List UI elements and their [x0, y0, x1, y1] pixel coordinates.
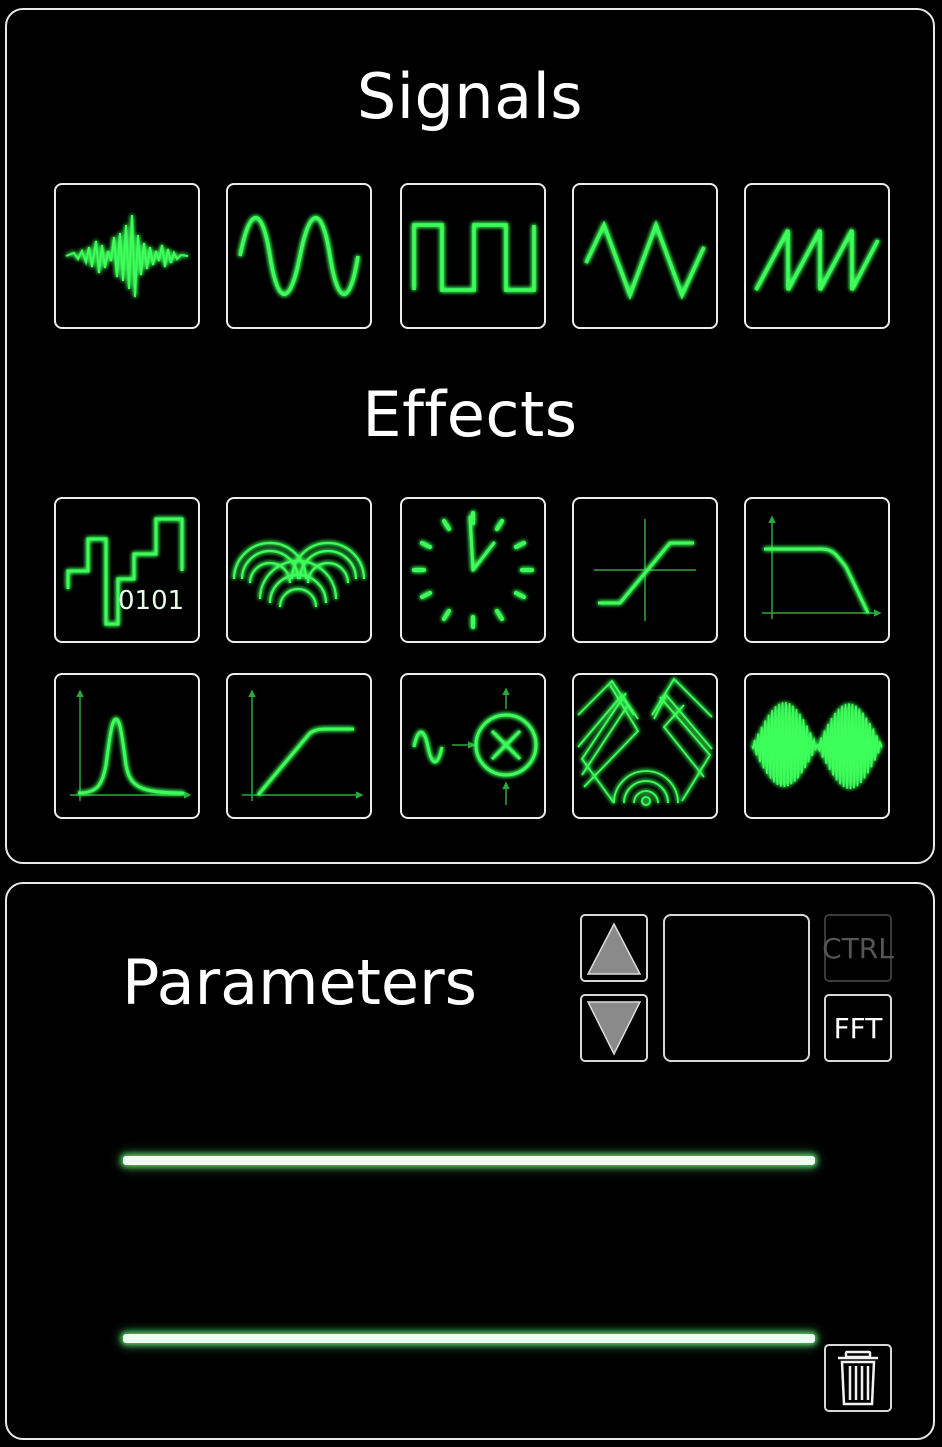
- trash-icon: [838, 1350, 878, 1406]
- fft-label: FFT: [833, 1011, 883, 1045]
- bitcrusher-icon: 0101: [66, 517, 184, 626]
- effect-lowpass-button[interactable]: [744, 497, 890, 643]
- signal-square-button[interactable]: [400, 183, 546, 329]
- amplitude-modulation-icon: [751, 702, 883, 790]
- effect-distortion-button[interactable]: [572, 497, 718, 643]
- triangle-up-icon: [586, 922, 642, 975]
- signals-heading: Signals: [356, 60, 584, 133]
- signals-effects-panel: Signals Effects 0101: [5, 8, 935, 864]
- signal-sawtooth-button[interactable]: [744, 183, 890, 329]
- bitcrusher-label: 0101: [118, 586, 184, 616]
- lowpass-filter-icon: [762, 515, 882, 619]
- effect-reflections-button[interactable]: [572, 673, 718, 819]
- triangle-wave-icon: [584, 219, 706, 301]
- sine-wave-icon: [238, 216, 360, 296]
- bandpass-peak-icon: [70, 689, 192, 801]
- triangle-down-icon: [586, 1001, 642, 1056]
- signal-sine-button[interactable]: [226, 183, 372, 329]
- parameters-panel: Parameters CTRL FFT: [5, 882, 935, 1440]
- effect-bitcrusher-button[interactable]: 0101: [54, 497, 200, 643]
- effect-ring-modulator-button[interactable]: [400, 673, 546, 819]
- parameter-slider-1[interactable]: [123, 1156, 815, 1165]
- sawtooth-wave-icon: [754, 229, 880, 291]
- square-wave-icon: [412, 223, 536, 292]
- transfer-curve-icon: [594, 519, 696, 621]
- parameter-slider-2[interactable]: [123, 1334, 815, 1343]
- signal-noise-button[interactable]: [54, 183, 200, 329]
- effect-tremolo-button[interactable]: [744, 673, 890, 819]
- preview-box[interactable]: [663, 914, 810, 1062]
- ctrl-button[interactable]: CTRL: [822, 914, 894, 982]
- effect-delay-button[interactable]: [400, 497, 546, 643]
- scroll-up-button[interactable]: [580, 914, 648, 982]
- noise-waveform-icon: [65, 214, 189, 298]
- ring-modulator-icon: [412, 687, 538, 805]
- signal-triangle-button[interactable]: [572, 183, 718, 329]
- scroll-down-button[interactable]: [580, 994, 648, 1062]
- effect-reverb-button[interactable]: [226, 497, 372, 643]
- compressor-curve-icon: [242, 689, 364, 801]
- parameters-heading: Parameters: [122, 946, 477, 1019]
- fft-button[interactable]: FFT: [824, 994, 892, 1062]
- effects-heading: Effects: [362, 378, 578, 451]
- ripple-reverb-icon: [232, 541, 366, 608]
- delete-button[interactable]: [824, 1344, 892, 1412]
- effect-bandpass-button[interactable]: [54, 673, 200, 819]
- ctrl-label: CTRL: [822, 931, 894, 965]
- effect-compressor-button[interactable]: [226, 673, 372, 819]
- reflections-icon: [577, 677, 713, 806]
- clock-icon: [412, 511, 534, 629]
